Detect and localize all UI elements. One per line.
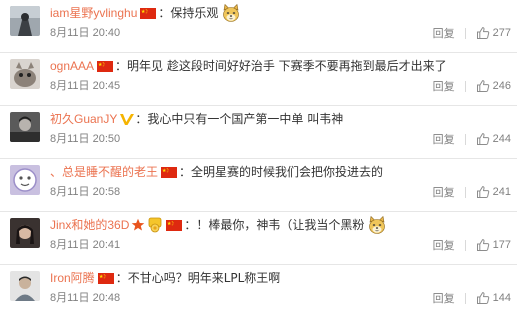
medal-badge-icon xyxy=(147,217,163,233)
comment-item: Iron阿腾 ：不甘心吗？明年来LPL称王啊 8月11日 20:48 回复 14… xyxy=(0,265,517,318)
comment-time: 8月11日 20:41 xyxy=(50,239,121,251)
comment-text: ：我心中只有一个国产第一中单 叫韦神 xyxy=(135,112,344,126)
comment-item: 、总是睡不醒的老王 ：全明星赛的时候我们会把你投进去的 8月11日 20:58 … xyxy=(0,159,517,212)
doge-emoji-icon xyxy=(221,3,241,23)
like-count: 246 xyxy=(492,80,511,92)
comment-time: 8月11日 20:50 xyxy=(50,133,121,145)
comment-item: Jinx和她的36D ：！棒最你，神韦（让我当个黑粉 8月11日 20:41 回… xyxy=(0,212,517,265)
avatar[interactable] xyxy=(10,6,40,36)
divider xyxy=(464,27,466,39)
avatar[interactable] xyxy=(10,165,40,195)
thumbs-up-icon xyxy=(476,26,490,40)
like-button[interactable]: 246 xyxy=(476,79,511,93)
username-link[interactable]: ognAAA xyxy=(50,57,94,75)
like-count: 144 xyxy=(492,292,511,304)
username-link[interactable]: iam星野yvlinghu xyxy=(50,4,137,22)
comment-text: ：保持乐观 xyxy=(158,6,219,20)
like-count: 177 xyxy=(492,239,511,251)
divider xyxy=(464,133,466,145)
reply-button[interactable]: 回复 xyxy=(433,78,455,94)
avatar[interactable] xyxy=(10,218,40,248)
avatar[interactable] xyxy=(10,271,40,301)
star-badge-icon xyxy=(131,218,145,232)
reply-button[interactable]: 回复 xyxy=(433,290,455,306)
avatar[interactable] xyxy=(10,112,40,142)
like-button[interactable]: 277 xyxy=(476,26,511,40)
comment-time: 8月11日 20:58 xyxy=(50,186,121,198)
reply-button[interactable]: 回复 xyxy=(433,131,455,147)
doge-emoji-icon xyxy=(367,215,387,235)
like-count: 244 xyxy=(492,133,511,145)
comment-time: 8月11日 20:40 xyxy=(50,27,121,39)
china-flag-icon xyxy=(98,273,114,284)
like-button[interactable]: 144 xyxy=(476,291,511,305)
thumbs-up-icon xyxy=(476,79,490,93)
china-flag-icon xyxy=(166,220,182,231)
china-flag-icon xyxy=(161,167,177,178)
comment-item: ognAAA ：明年见 趁这段时间好好治手 下赛季不要再拖到最后才出来了 8月1… xyxy=(0,53,517,106)
comment-item: 初久GuanJY ：我心中只有一个国产第一中单 叫韦神 8月11日 20:50 … xyxy=(0,106,517,159)
like-count: 241 xyxy=(492,186,511,198)
comment-text: ：明年见 趁这段时间好好治手 下赛季不要再拖到最后才出来了 xyxy=(115,59,447,73)
comment-text: ：！棒最你，神韦（让我当个黑粉 xyxy=(184,218,365,232)
thumbs-up-icon xyxy=(476,238,490,252)
verified-v-icon xyxy=(119,113,135,126)
like-button[interactable]: 241 xyxy=(476,185,511,199)
thumbs-up-icon xyxy=(476,185,490,199)
divider xyxy=(464,239,466,251)
username-link[interactable]: 初久GuanJY xyxy=(50,110,117,128)
username-link[interactable]: Jinx和她的36D xyxy=(50,216,129,234)
thumbs-up-icon xyxy=(476,132,490,146)
username-link[interactable]: Iron阿腾 xyxy=(50,269,95,287)
like-button[interactable]: 177 xyxy=(476,238,511,252)
china-flag-icon xyxy=(140,8,156,19)
comment-time: 8月11日 20:48 xyxy=(50,292,121,304)
divider xyxy=(464,80,466,92)
comment-list: iam星野yvlinghu ：保持乐观 8月11日 20:40 回复 277 o… xyxy=(0,0,517,322)
like-count: 277 xyxy=(492,27,511,39)
divider xyxy=(464,292,466,304)
username-link[interactable]: 、总是睡不醒的老王 xyxy=(50,163,158,181)
reply-button[interactable]: 回复 xyxy=(433,237,455,253)
china-flag-icon xyxy=(97,61,113,72)
avatar[interactable] xyxy=(10,59,40,89)
comment-text: ：不甘心吗？明年来LPL称王啊 xyxy=(115,271,281,285)
like-button[interactable]: 244 xyxy=(476,132,511,146)
comment-item: iam星野yvlinghu ：保持乐观 8月11日 20:40 回复 277 xyxy=(0,0,517,53)
comment-time: 8月11日 20:45 xyxy=(50,80,121,92)
reply-button[interactable]: 回复 xyxy=(433,184,455,200)
divider xyxy=(464,186,466,198)
comment-text: ：全明星赛的时候我们会把你投进去的 xyxy=(179,165,384,179)
thumbs-up-icon xyxy=(476,291,490,305)
reply-button[interactable]: 回复 xyxy=(433,25,455,41)
